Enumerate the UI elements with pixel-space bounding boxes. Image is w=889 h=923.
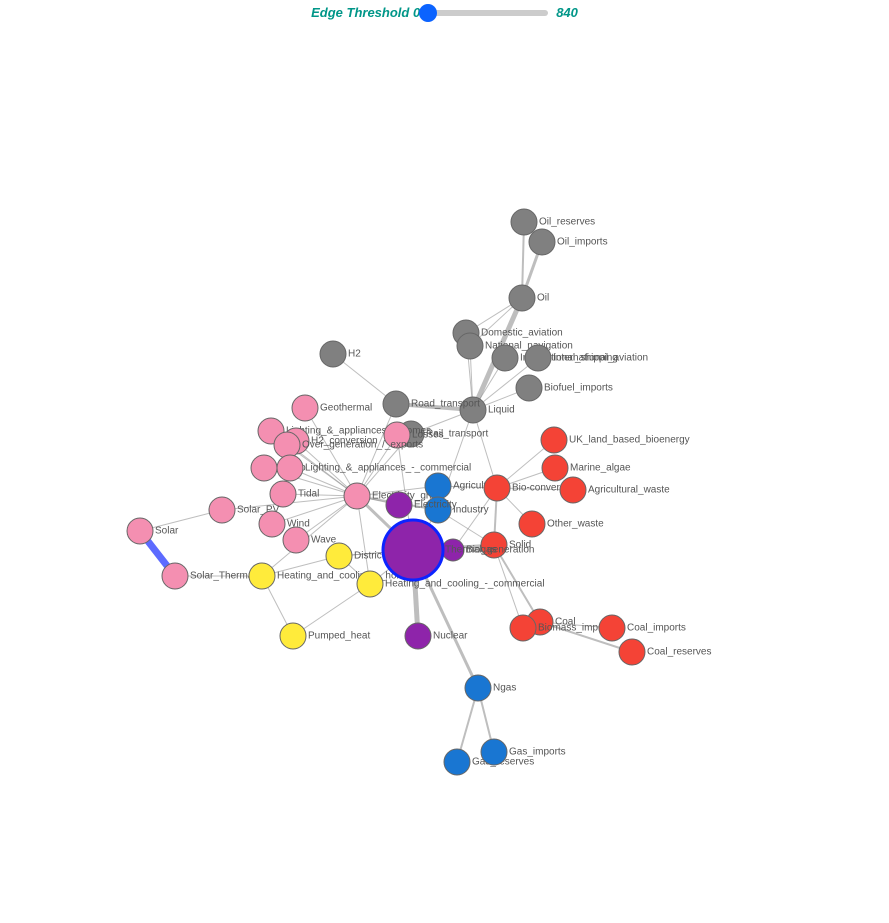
- node-Electricity_grid[interactable]: [344, 483, 370, 509]
- node-H2[interactable]: [320, 341, 346, 367]
- node-label: Agricultural_waste: [588, 485, 670, 496]
- edge: [293, 584, 370, 636]
- node-label: Industry: [453, 505, 489, 516]
- node-Electricity[interactable]: [386, 492, 412, 518]
- node-Industry[interactable]: [425, 497, 451, 523]
- node-Road_transport[interactable]: [383, 391, 409, 417]
- node-label: H2: [348, 349, 361, 360]
- node-Nuclear[interactable]: [405, 623, 431, 649]
- node-label: Coal_reserves: [647, 647, 711, 658]
- node-label: Pumped_heat: [308, 631, 370, 642]
- node-label: Wave: [311, 535, 337, 546]
- node-Oil_reserves[interactable]: [511, 209, 537, 235]
- node-Hydro[interactable]: [251, 455, 277, 481]
- node-Heating_and_cooling_-_commercial[interactable]: [357, 571, 383, 597]
- node-Solid[interactable]: [481, 532, 507, 558]
- edges-layer: [140, 222, 632, 762]
- node-label: Coal_imports: [627, 623, 686, 634]
- node-Heating_and_cooling_-_homes[interactable]: [249, 563, 275, 589]
- node-label: Oil: [537, 293, 549, 304]
- node-Geothermal[interactable]: [292, 395, 318, 421]
- node-Gas_reserves[interactable]: [444, 749, 470, 775]
- node-Bio-conversion[interactable]: [484, 475, 510, 501]
- node-District_heating[interactable]: [326, 543, 352, 569]
- node-Solar[interactable]: [127, 518, 153, 544]
- node-Coal_reserves[interactable]: [619, 639, 645, 665]
- node-Biofuel_imports[interactable]: [516, 375, 542, 401]
- node-label: Oil_reserves: [539, 217, 595, 228]
- node-label: Solar: [155, 526, 179, 537]
- node-Biomass_imports[interactable]: [510, 615, 536, 641]
- node-Agriculture[interactable]: [425, 473, 451, 499]
- node-Ngas[interactable]: [465, 675, 491, 701]
- node-Wave[interactable]: [283, 527, 309, 553]
- node-label: Solid: [509, 540, 531, 551]
- node-Lighting_&_appliances_-_commercial[interactable]: [277, 455, 303, 481]
- node-label: Geothermal: [320, 403, 372, 414]
- node-Losses[interactable]: [384, 422, 410, 448]
- node-International_aviation[interactable]: [525, 345, 551, 371]
- node-Liquid[interactable]: [460, 397, 486, 423]
- node-Wind[interactable]: [259, 511, 285, 537]
- node-label: UK_land_based_bioenergy: [569, 435, 690, 446]
- node-label: Liquid: [488, 405, 515, 416]
- node-Oil_imports[interactable]: [529, 229, 555, 255]
- node-Coal_imports[interactable]: [599, 615, 625, 641]
- node-National_navigation[interactable]: [457, 333, 483, 359]
- node-label: Biofuel_imports: [544, 383, 613, 394]
- node-Solar_PV[interactable]: [209, 497, 235, 523]
- node-label: Domestic_aviation: [481, 328, 563, 339]
- nodes-layer: Oil_reserves Oil_imports Oil Domestic_aviat…: [127, 209, 711, 775]
- node-label: Other_waste: [547, 519, 604, 530]
- node-Pumped_heat[interactable]: [280, 623, 306, 649]
- node-Tidal[interactable]: [270, 481, 296, 507]
- node-Over_generation_/_exports[interactable]: [274, 432, 300, 458]
- node-label: Gas_imports: [509, 747, 566, 758]
- node-label: Coal: [555, 617, 576, 628]
- node-Gas_imports[interactable]: [481, 739, 507, 765]
- node-Other_waste[interactable]: [519, 511, 545, 537]
- edge: [357, 404, 396, 496]
- node-Marine_algae[interactable]: [542, 455, 568, 481]
- node-UK_land_based_bioenergy[interactable]: [541, 427, 567, 453]
- node-Biogas[interactable]: [442, 539, 464, 561]
- network-graph[interactable]: Oil_reserves Oil_imports Oil Domestic_aviat…: [0, 0, 889, 923]
- node-Thermal_generation[interactable]: [383, 520, 443, 580]
- node-label: Ngas: [493, 683, 516, 694]
- node-label: H2_conversion: [311, 436, 378, 447]
- node-label: Marine_algae: [570, 463, 631, 474]
- node-Solar_Thermal[interactable]: [162, 563, 188, 589]
- node-International_shipping[interactable]: [492, 345, 518, 371]
- node-Agricultural_waste[interactable]: [560, 477, 586, 503]
- node-label: International_aviation: [553, 353, 648, 364]
- node-Oil[interactable]: [509, 285, 535, 311]
- node-label: Oil_imports: [557, 237, 608, 248]
